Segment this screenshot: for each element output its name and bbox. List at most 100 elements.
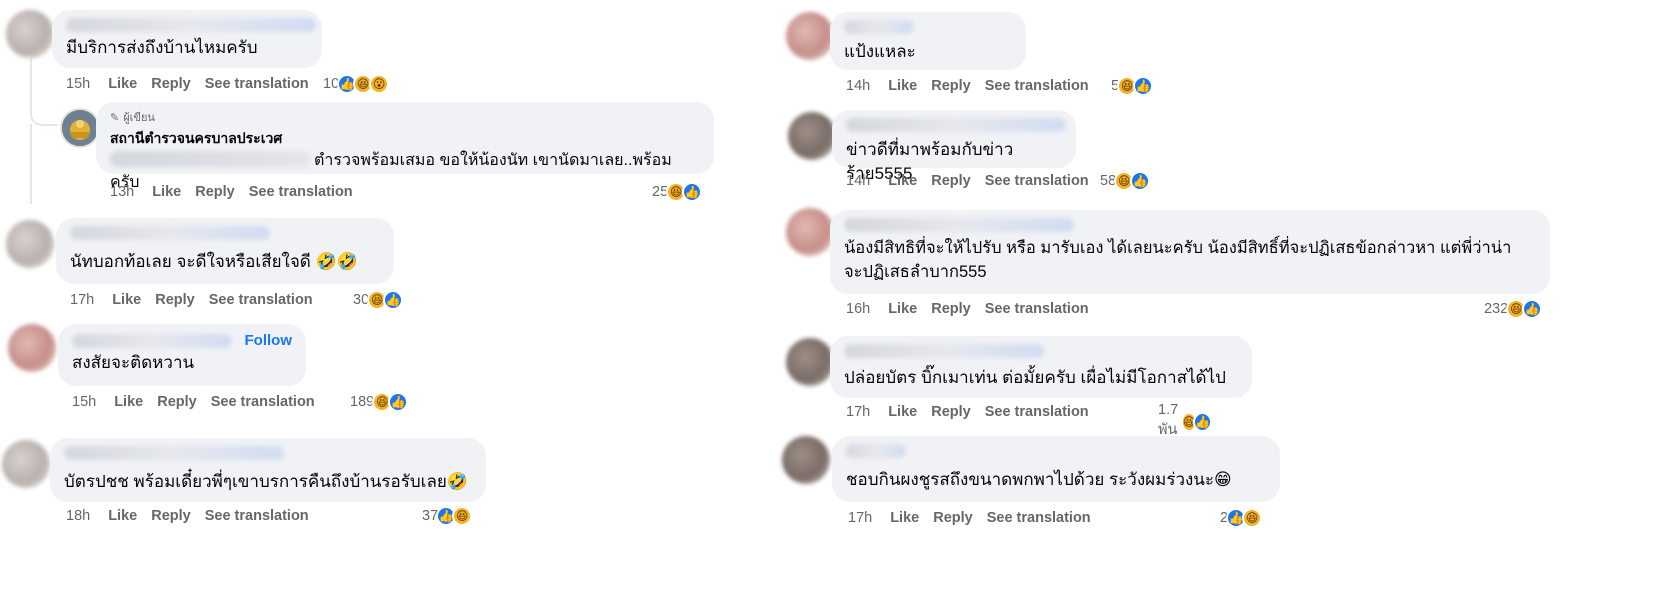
reply-button[interactable]: Reply [151, 508, 191, 524]
pencil-icon: ✎ [110, 111, 120, 124]
commenter-name-blurred[interactable] [846, 118, 1066, 132]
comment-text: แป้งแหละ [844, 42, 916, 61]
reaction-summary[interactable]: 30 😆 👍 [353, 290, 404, 310]
like-button[interactable]: Like [888, 301, 917, 317]
comment-bubble: บัตรปชช พร้อมเดี๋ยวพี่ๆเขาบรการคืนถึงบ้า… [50, 438, 486, 502]
like-icon: 👍 [1130, 171, 1151, 191]
see-translation-link[interactable]: See translation [211, 394, 315, 410]
reply-button[interactable]: Reply [931, 78, 971, 94]
comment-time[interactable]: 17h [848, 510, 872, 526]
commenter-name-blurred[interactable] [70, 226, 270, 240]
comment-actions: 17h Like Reply See translation [846, 404, 1103, 420]
reply-actions: 13h Like Reply See translation [110, 184, 367, 200]
like-icon: 👍 [388, 392, 409, 412]
like-button[interactable]: Like [152, 184, 181, 200]
avatar[interactable] [6, 220, 54, 268]
like-icon: 👍 [682, 182, 703, 202]
comment-bubble: ชอบกินผงชูรสถึงขนาดพกพาไปด้วย ระวังผมร่ว… [832, 436, 1280, 502]
like-button[interactable]: Like [114, 394, 143, 410]
page-avatar[interactable] [60, 108, 100, 148]
comment-time[interactable]: 14h [846, 78, 870, 94]
commenter-name-blurred[interactable] [72, 333, 232, 348]
reaction-summary[interactable]: 232 😆 👍 [1484, 299, 1543, 319]
avatar[interactable] [2, 440, 50, 488]
avatar[interactable] [786, 208, 834, 256]
see-translation-link[interactable]: See translation [249, 184, 353, 200]
comment-time[interactable]: 17h [70, 292, 94, 308]
see-translation-link[interactable]: See translation [205, 508, 309, 524]
page-name[interactable]: สถานีตำรวจนครบาลประเวศ [110, 128, 700, 150]
commenter-name-blurred[interactable] [66, 18, 316, 32]
see-translation-link[interactable]: See translation [985, 78, 1089, 94]
right-comment-column: แป้งแหละ 14h Like Reply See translation … [782, 0, 1666, 611]
comment-time[interactable]: 17h [846, 404, 870, 420]
comment-text: บัตรปชช พร้อมเดี๋ยวพี่ๆเขาบรการคืนถึงบ้า… [64, 472, 469, 491]
comment-bubble: แป้งแหละ [830, 12, 1026, 70]
avatar[interactable] [782, 436, 830, 484]
see-translation-link[interactable]: See translation [205, 76, 309, 92]
avatar[interactable] [786, 12, 834, 60]
reaction-summary[interactable]: 189 😆 👍 [350, 392, 409, 412]
see-translation-link[interactable]: See translation [985, 404, 1089, 420]
mention-blurred[interactable] [110, 151, 310, 167]
comment-text-line-1: น้องมีสิทธิที่จะให้ไปรับ หรือ มารับเอง ไ… [844, 239, 1512, 257]
reply-button[interactable]: Reply [933, 510, 973, 526]
like-icon: 👍 [1133, 76, 1154, 96]
reply-button[interactable]: Reply [151, 76, 191, 92]
author-badge-label: ผู้เขียน [123, 112, 155, 124]
comment-actions: 15h Like Reply See translation [66, 76, 323, 92]
avatar[interactable] [8, 324, 56, 372]
like-button[interactable]: Like [108, 76, 137, 92]
avatar[interactable] [788, 112, 836, 160]
like-button[interactable]: Like [888, 173, 917, 189]
like-button[interactable]: Like [888, 404, 917, 420]
comment-text: ปล่อยบัตร บิ๊กเมาเท่น ต่อมั้ยครับ เผื่อไ… [844, 368, 1226, 387]
comment-actions: 14h Like Reply See translation [846, 173, 1103, 189]
comment-time[interactable]: 13h [110, 184, 134, 200]
reaction-summary[interactable]: 2 👍 😆 [1220, 508, 1263, 528]
reaction-summary[interactable]: 10 👍 😆 😮 [323, 74, 390, 94]
comment-time[interactable]: 15h [72, 394, 96, 410]
reaction-summary[interactable]: 25 😆 👍 [652, 182, 703, 202]
comment-time[interactable]: 14h [846, 173, 870, 189]
reply-button[interactable]: Reply [155, 292, 195, 308]
reply-button[interactable]: Reply [931, 173, 971, 189]
commenter-name-blurred[interactable] [846, 444, 906, 458]
reaction-summary[interactable]: 37 👍 😆 [422, 506, 473, 526]
reply-button[interactable]: Reply [931, 301, 971, 317]
commenter-name-blurred[interactable] [844, 344, 1044, 358]
see-translation-link[interactable]: See translation [987, 510, 1091, 526]
like-button[interactable]: Like [890, 510, 919, 526]
comment-actions: 17h Like Reply See translation [848, 510, 1105, 526]
like-button[interactable]: Like [112, 292, 141, 308]
see-translation-link[interactable]: See translation [985, 173, 1089, 189]
reaction-count: 232 [1484, 301, 1509, 317]
commenter-name-blurred[interactable] [64, 446, 284, 460]
like-button[interactable]: Like [888, 78, 917, 94]
comment-text: มีบริการส่งถึงบ้านไหมครับ [66, 38, 258, 57]
see-translation-link[interactable]: See translation [209, 292, 313, 308]
see-translation-link[interactable]: See translation [985, 301, 1089, 317]
comment-actions: 16h Like Reply See translation [846, 301, 1103, 317]
avatar[interactable] [6, 10, 54, 58]
commenter-name-blurred[interactable] [844, 218, 1074, 232]
comment-text: นัทบอกท้อเลย จะดีใจหรือเสียใจดี 🤣🤣 [70, 252, 358, 271]
reply-button[interactable]: Reply [931, 404, 971, 420]
like-button[interactable]: Like [108, 508, 137, 524]
comment-bubble: ปล่อยบัตร บิ๊กเมาเท่น ต่อมั้ยครับ เผื่อไ… [830, 336, 1252, 398]
follow-button[interactable]: Follow [245, 332, 293, 349]
reply-button[interactable]: Reply [195, 184, 235, 200]
comment-bubble: น้องมีสิทธิที่จะให้ไปรับ หรือ มารับเอง ไ… [830, 210, 1550, 294]
comment-time[interactable]: 18h [66, 508, 90, 524]
haha-icon: 😆 [452, 506, 473, 526]
comment-time[interactable]: 15h [66, 76, 90, 92]
reply-button[interactable]: Reply [157, 394, 197, 410]
reaction-summary[interactable]: 58 😆 👍 [1100, 171, 1151, 191]
commenter-name-blurred[interactable] [844, 20, 914, 34]
comment-time[interactable]: 16h [846, 301, 870, 317]
reaction-summary[interactable]: 5 😆 👍 [1111, 76, 1154, 96]
comment-bubble: นัทบอกท้อเลย จะดีใจหรือเสียใจดี 🤣🤣 [56, 218, 394, 284]
comment-actions: 17h Like Reply See translation [70, 292, 327, 308]
avatar[interactable] [786, 338, 834, 386]
comment-text-line-2: จะปฏิเสธลำบาก555 [844, 263, 987, 281]
